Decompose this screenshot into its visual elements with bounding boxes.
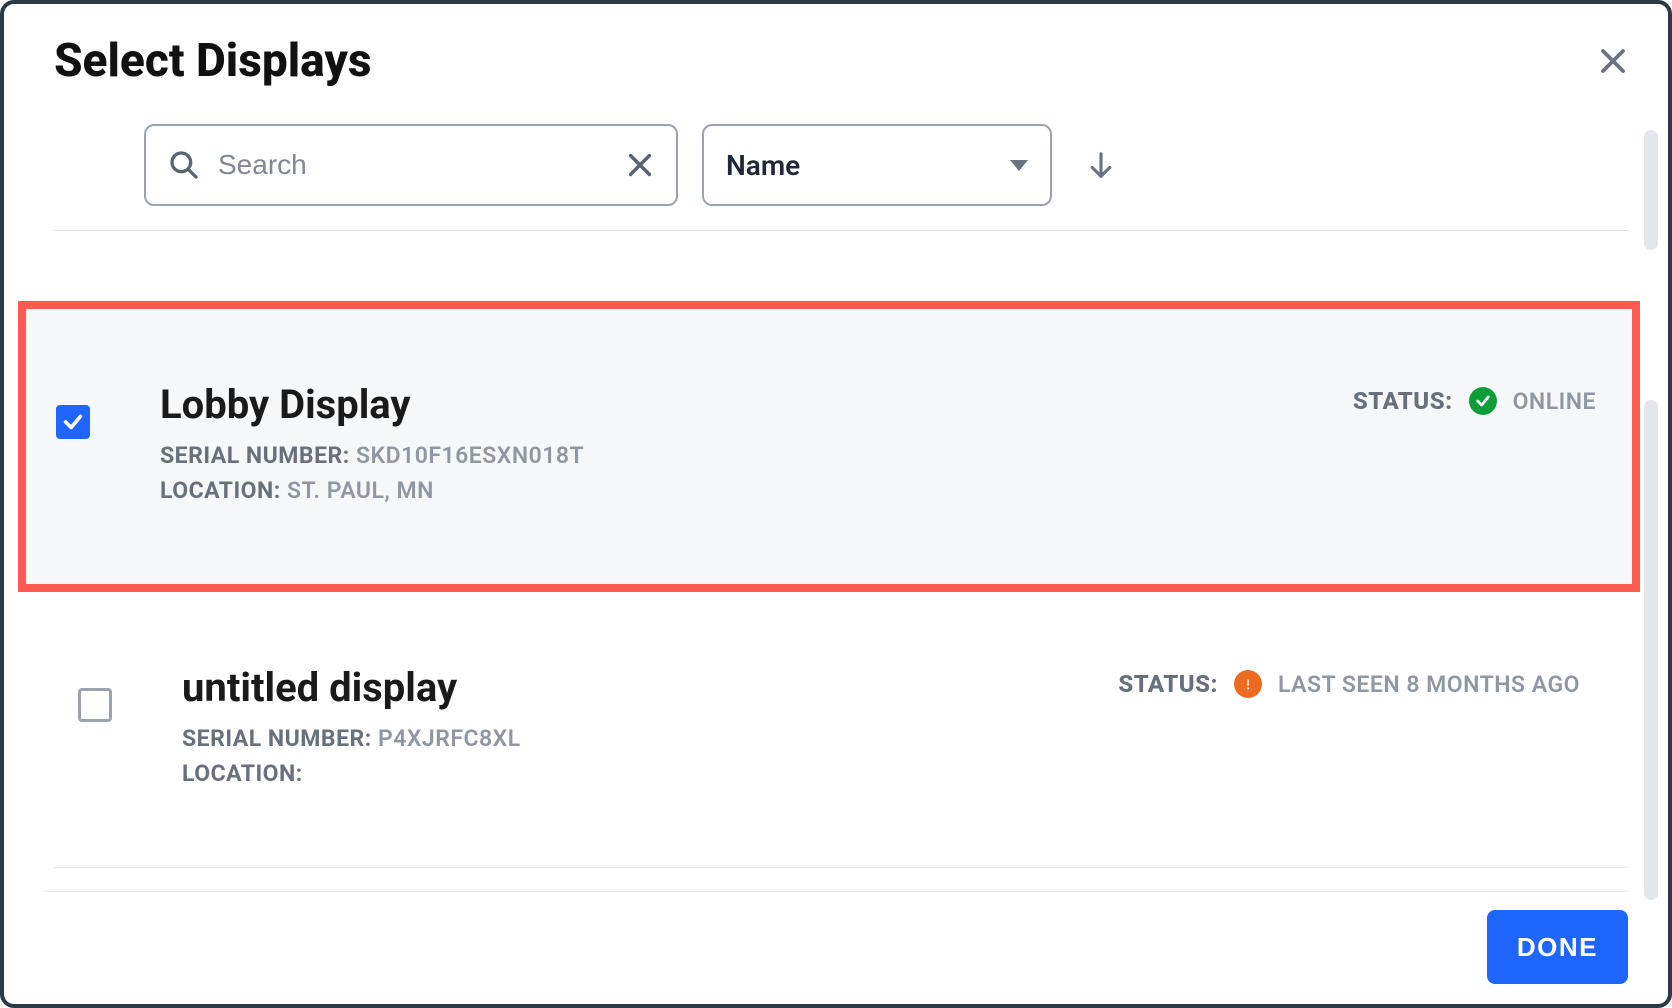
serial-line: SERIAL NUMBER: P4XJRFC8XL xyxy=(182,725,1118,752)
sort-direction-button[interactable] xyxy=(1086,150,1116,180)
scrollbar-thumb[interactable] xyxy=(1644,400,1658,900)
row-main: Lobby Display SERIAL NUMBER: SKD10F16ESX… xyxy=(160,381,1353,512)
location-line: LOCATION: xyxy=(182,760,1118,787)
search-box xyxy=(144,124,678,206)
done-button[interactable]: DONE xyxy=(1487,910,1628,984)
status-online-icon xyxy=(1469,387,1497,415)
search-input[interactable] xyxy=(218,149,626,181)
display-name: untitled display xyxy=(182,664,1118,711)
row-checkbox[interactable] xyxy=(56,405,90,439)
dialog-header: Select Displays xyxy=(54,34,1628,88)
serial-value: P4XJRFC8XL xyxy=(378,725,521,752)
row-checkbox[interactable] xyxy=(78,688,112,722)
clear-search-icon[interactable] xyxy=(626,151,654,179)
display-name: Lobby Display xyxy=(160,381,1353,428)
status-block: STATUS: LAST SEEN 8 MONTHS AGO xyxy=(1118,670,1580,698)
dialog-footer: DONE xyxy=(44,891,1628,984)
status-block: STATUS: ONLINE xyxy=(1353,387,1596,415)
display-row[interactable]: untitled display SERIAL NUMBER: P4XJRFC8… xyxy=(54,592,1628,868)
sort-dropdown[interactable]: Name xyxy=(702,124,1052,206)
row-main: untitled display SERIAL NUMBER: P4XJRFC8… xyxy=(182,664,1118,795)
location-label: LOCATION: xyxy=(160,477,281,504)
location-value: ST. PAUL, MN xyxy=(287,477,434,504)
search-icon xyxy=(168,149,200,181)
sort-dropdown-label: Name xyxy=(726,149,800,182)
status-text: ONLINE xyxy=(1513,388,1596,415)
serial-label: SERIAL NUMBER: xyxy=(182,725,372,752)
status-warning-icon xyxy=(1234,670,1262,698)
serial-value: SKD10F16ESXN018T xyxy=(356,442,584,469)
dialog-title: Select Displays xyxy=(54,34,371,88)
location-line: LOCATION: ST. PAUL, MN xyxy=(160,477,1353,504)
serial-line: SERIAL NUMBER: SKD10F16ESXN018T xyxy=(160,442,1353,469)
list-spacer xyxy=(54,231,1628,301)
toolbar: Name xyxy=(54,124,1628,231)
status-label: STATUS: xyxy=(1353,387,1453,415)
status-label: STATUS: xyxy=(1118,670,1218,698)
display-row[interactable]: Lobby Display SERIAL NUMBER: SKD10F16ESX… xyxy=(18,301,1640,592)
chevron-down-icon xyxy=(1010,160,1028,171)
scrollbar-thumb[interactable] xyxy=(1644,130,1658,250)
select-displays-dialog: Select Displays Name xyxy=(0,0,1672,1008)
display-list: Lobby Display SERIAL NUMBER: SKD10F16ESX… xyxy=(54,231,1628,868)
serial-label: SERIAL NUMBER: xyxy=(160,442,350,469)
location-label: LOCATION: xyxy=(182,760,303,787)
close-icon[interactable] xyxy=(1598,46,1628,76)
status-text: LAST SEEN 8 MONTHS AGO xyxy=(1278,671,1580,698)
